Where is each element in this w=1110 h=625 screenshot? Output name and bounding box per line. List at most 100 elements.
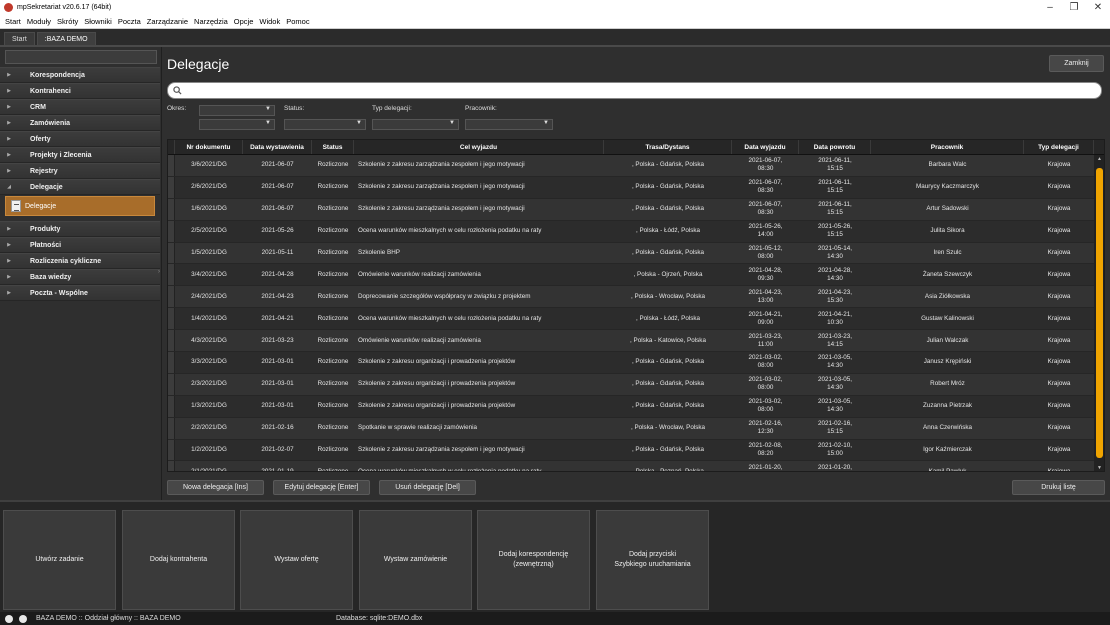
edit-delegation-button[interactable]: Edytuj delegację [Enter] — [273, 480, 370, 495]
add-contractor-tile[interactable]: Dodaj kontrahenta — [122, 510, 235, 610]
sidebar-item-baza-wiedzy[interactable]: ▶ Baza wiedzy — [0, 269, 160, 285]
table-cell: , Polska - Łódź, Polska — [635, 314, 701, 322]
row-marker[interactable] — [168, 242, 175, 264]
sidebar-item-platnosci[interactable]: ▶ Płatności — [0, 237, 160, 253]
create-task-tile[interactable]: Utwórz zadanie — [3, 510, 116, 610]
row-marker[interactable] — [168, 417, 175, 439]
sidebar-subitem-delegacje[interactable]: Delegacje — [5, 196, 155, 216]
scroll-down-icon[interactable]: ▼ — [1094, 464, 1104, 471]
sidebar-item-projekty[interactable]: ▶ Projekty i Zlecenia — [0, 147, 160, 163]
sidebar-item-kontrahenci[interactable]: ▶ Kontrahenci — [0, 83, 160, 99]
table-row[interactable]: 3/3/2021/DG 2021-03-01 Rozliczone Szkolenie… — [168, 352, 1094, 374]
row-marker[interactable] — [168, 286, 175, 308]
table-scrollbar[interactable]: ▲ ▼ — [1094, 155, 1104, 471]
table-row[interactable]: 1/2/2021/DG 2021-02-07 Rozliczone Szkolenie… — [168, 439, 1094, 462]
column-header[interactable]: Trasa/Dystans — [604, 140, 732, 154]
table-row[interactable]: 2/5/2021/DG 2021-05-26 Rozliczone Ocena war… — [168, 220, 1094, 243]
menu-narzedzia[interactable]: Narzędzia — [194, 17, 228, 26]
menu-opcje[interactable]: Opcje — [234, 17, 254, 26]
row-marker[interactable] — [168, 461, 175, 471]
search-input[interactable] — [186, 86, 1086, 95]
sidebar-item-delegacje[interactable]: ◢ Delegacje — [0, 179, 160, 195]
row-marker[interactable] — [168, 198, 175, 220]
table-row[interactable]: 1/5/2021/DG 2021-05-11 Rozliczone Szkolenie… — [168, 242, 1094, 265]
tab-start[interactable]: Start — [4, 32, 35, 45]
table-cell: 2021-02-10, 15:00 — [818, 442, 852, 458]
scrollbar-thumb[interactable] — [1096, 168, 1103, 458]
table-cell: Iren Szulc — [933, 249, 962, 256]
column-header[interactable]: Nr dokumentu — [175, 140, 243, 154]
table-row[interactable]: 3/4/2021/DG 2021-04-28 Rozliczone Omówienie… — [168, 264, 1094, 287]
menu-skroty[interactable]: Skróty — [57, 17, 78, 26]
add-quick-launch-tile[interactable]: Dodaj przyciski Szybkiego uruchamiania — [596, 510, 709, 610]
row-marker[interactable] — [168, 330, 175, 352]
table-cell: , Polska - Wrocław, Polska — [630, 424, 706, 432]
sidebar-item-korespondencja[interactable]: ▶ Korespondencja — [0, 67, 160, 83]
column-header[interactable]: Data wyjazdu — [732, 140, 799, 154]
delete-delegation-button[interactable]: Usuń delegację [Del] — [379, 480, 476, 495]
filter-typ-select[interactable]: ▼ — [372, 119, 459, 130]
table-cell: 2021-04-23, 15:30 — [818, 288, 852, 304]
filter-status-select[interactable]: ▼ — [284, 119, 366, 130]
menu-start[interactable]: Start — [5, 17, 21, 26]
filter-okres-to[interactable]: ▼ — [199, 119, 275, 130]
row-marker[interactable] — [168, 155, 175, 176]
new-delegation-button[interactable]: Nowa delegacja [Ins] — [167, 480, 264, 495]
menu-widok[interactable]: Widok — [259, 17, 280, 26]
scroll-up-icon[interactable]: ▲ — [1094, 155, 1104, 164]
menu-poczta[interactable]: Poczta — [118, 17, 141, 26]
table-row[interactable]: 1/6/2021/DG 2021-06-07 Rozliczone Szkolenie… — [168, 198, 1094, 221]
sidebar-item-zamowienia[interactable]: ▶ Zamówienia — [0, 115, 160, 131]
table-cell: Maurycy Kaczmarczyk — [916, 183, 979, 191]
sidebar-item-oferty[interactable]: ▶ Oferty — [0, 131, 160, 147]
tab-baza-demo[interactable]: :BAZA DEMO — [36, 32, 96, 45]
table-row[interactable]: 2/4/2021/DG 2021-04-23 Rozliczone Doprecowa… — [168, 286, 1094, 309]
table-row[interactable]: 1/4/2021/DG 2021-04-21 Rozliczone Ocena war… — [168, 308, 1094, 331]
close-button[interactable]: Zamknij — [1049, 55, 1104, 72]
sidebar-collapse-icon[interactable]: › — [158, 269, 160, 275]
filter-okres-from[interactable]: ▼ — [199, 105, 275, 116]
sidebar-item-poczta-wspolne[interactable]: ▶ Poczta - Wspólne — [0, 285, 160, 301]
search-bar — [167, 82, 1102, 99]
filter-pracownik-select[interactable]: ▼ — [465, 119, 553, 130]
minimize-icon[interactable]: – — [1038, 2, 1062, 13]
table-row[interactable]: 2/2/2021/DG 2021-02-16 Rozliczone Spotkanie… — [168, 417, 1094, 440]
column-header[interactable]: Pracownik — [871, 140, 1024, 154]
table-row[interactable]: 3/6/2021/DG 2021-06-07 Rozliczone Szkolenie… — [168, 155, 1094, 177]
column-header[interactable]: Cel wyjazdu — [354, 140, 604, 154]
print-list-button[interactable]: Drukuj listę — [1012, 480, 1105, 495]
issue-offer-tile[interactable]: Wystaw ofertę — [240, 510, 353, 610]
row-marker[interactable] — [168, 176, 175, 198]
add-correspondence-tile[interactable]: Dodaj korespondencję (zewnętrzną) — [477, 510, 590, 610]
row-marker[interactable] — [168, 220, 175, 242]
sidebar-item-crm[interactable]: ▶ CRM — [0, 99, 160, 115]
menu-pomoc[interactable]: Pomoc — [286, 17, 309, 26]
sidebar-item-rejestry[interactable]: ▶ Rejestry — [0, 163, 160, 179]
table-cell: Krajowa — [1047, 292, 1071, 300]
menu-zarzadzanie[interactable]: Zarządzanie — [147, 17, 188, 26]
column-header[interactable]: Status — [312, 140, 354, 154]
table-row[interactable]: 2/1/2021/DG 2021-01-19 Rozliczone Ocena war… — [168, 461, 1094, 471]
maximize-icon[interactable]: ❐ — [1062, 2, 1086, 13]
issue-order-tile[interactable]: Wystaw zamówienie — [359, 510, 472, 610]
row-marker[interactable] — [168, 395, 175, 417]
table-row[interactable]: 2/3/2021/DG 2021-03-01 Rozliczone Szkolenie… — [168, 373, 1094, 396]
table-cell: 2021-02-08, 08:20 — [748, 442, 783, 458]
sidebar-search-input[interactable] — [5, 50, 157, 64]
row-marker[interactable] — [168, 373, 175, 395]
sidebar-item-rozliczenia[interactable]: ▶ Rozliczenia cykliczne — [0, 253, 160, 269]
row-marker[interactable] — [168, 439, 175, 461]
menu-moduly[interactable]: Moduły — [27, 17, 51, 26]
table-row[interactable]: 2/6/2021/DG 2021-06-07 Rozliczone Szkolenie… — [168, 176, 1094, 199]
row-marker[interactable] — [168, 264, 175, 286]
menu-slowniki[interactable]: Słowniki — [84, 17, 112, 26]
column-header[interactable]: Typ delegacji — [1024, 140, 1094, 154]
row-marker[interactable] — [168, 352, 175, 373]
table-row[interactable]: 4/3/2021/DG 2021-03-23 Rozliczone Omówienie… — [168, 330, 1094, 353]
column-header[interactable]: Data wystawienia — [243, 140, 312, 154]
close-window-icon[interactable]: ✕ — [1086, 2, 1110, 13]
row-marker[interactable] — [168, 308, 175, 330]
table-row[interactable]: 1/3/2021/DG 2021-03-01 Rozliczone Szkolenie… — [168, 395, 1094, 418]
column-header[interactable]: Data powrotu — [799, 140, 871, 154]
sidebar-item-produkty[interactable]: ▶ Produkty — [0, 221, 160, 237]
